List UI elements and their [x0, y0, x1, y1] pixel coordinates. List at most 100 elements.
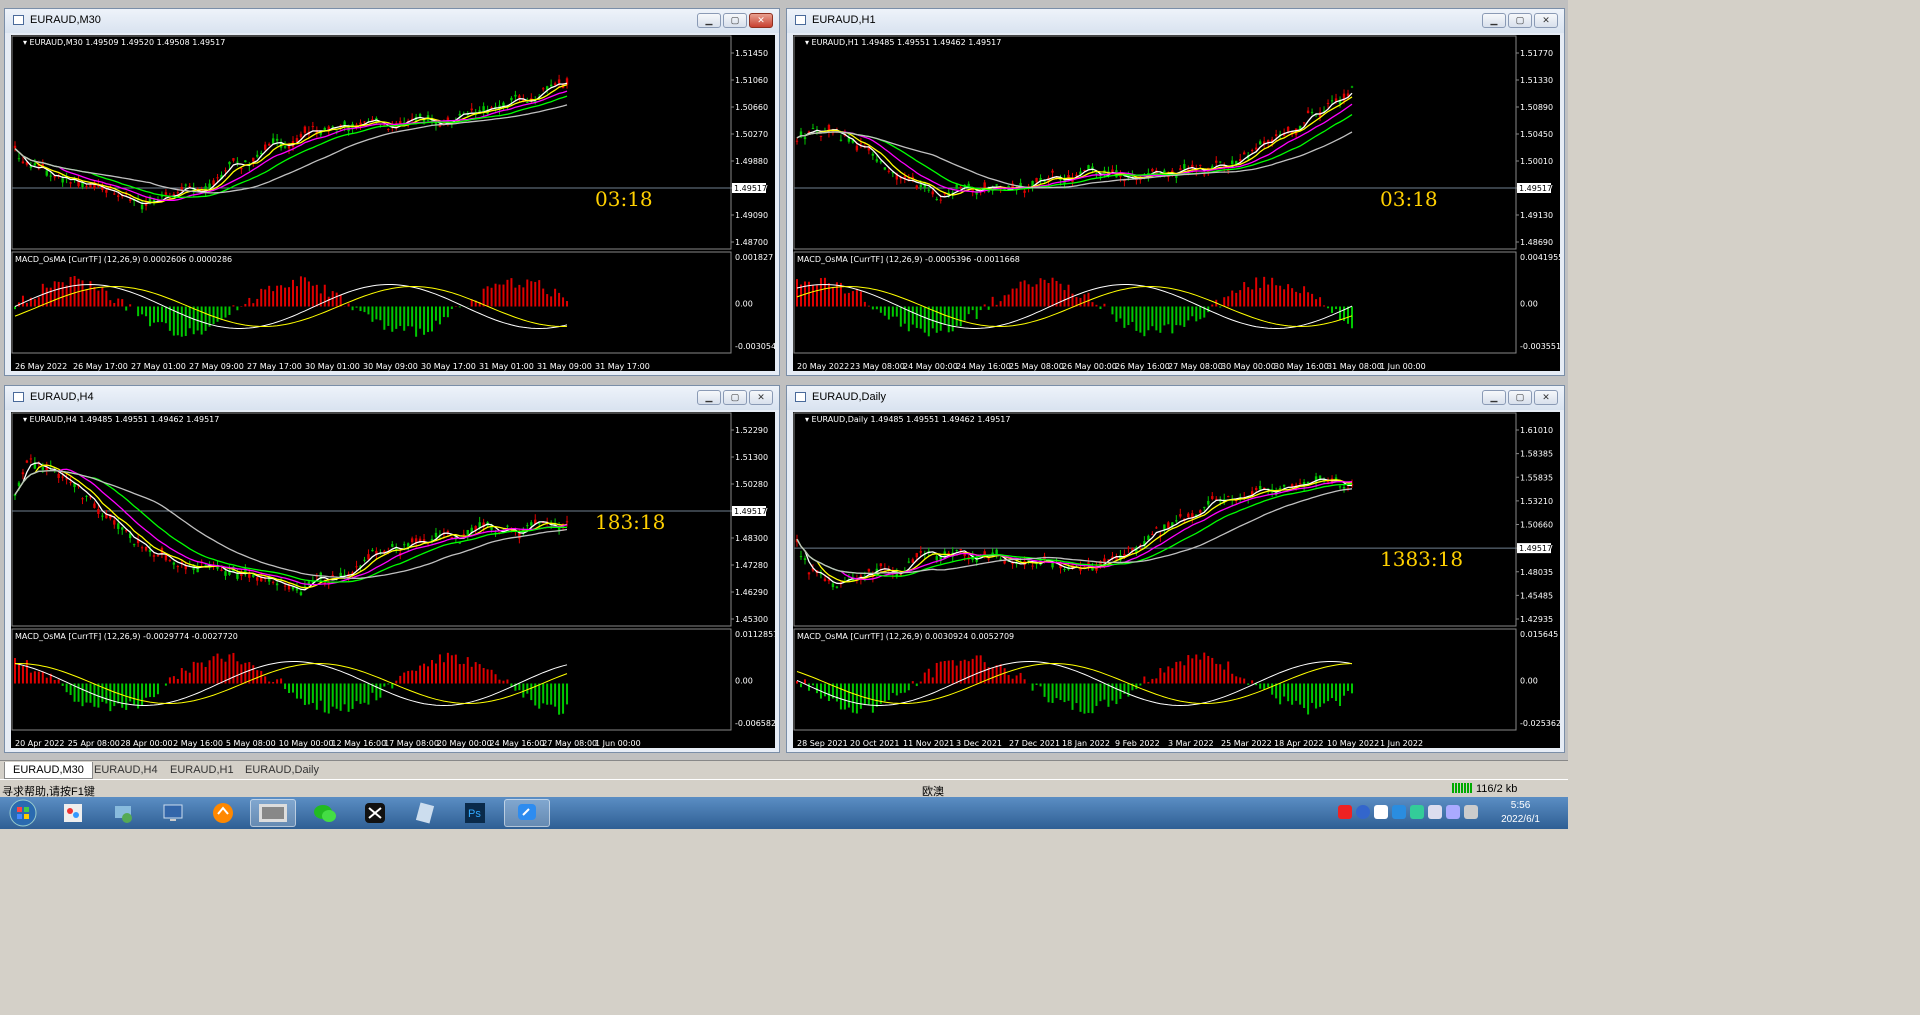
candle-body	[911, 559, 914, 563]
price-scale-label: 1.49130	[1520, 211, 1553, 220]
macd-bar	[502, 680, 505, 684]
macd-bar	[307, 281, 310, 307]
chart-canvas[interactable]: 1.51450 1.51060 1.50660 1.50270 1.49880 1.495…	[11, 35, 775, 371]
chart-window-m30[interactable]: EURAUD,M30 ▁ ▢ ✕ 1.51450 1.51060 1.50660 1.50…	[4, 8, 780, 376]
price-scale-label: 1.48690	[1520, 238, 1553, 247]
close-button[interactable]: ✕	[749, 13, 773, 28]
tab-euraud-h4[interactable]: EURAUD,H4	[86, 762, 166, 778]
taskbar-app-paint[interactable]	[50, 799, 96, 827]
candle-body	[1203, 506, 1206, 508]
chart-canvas[interactable]: 1.52290 1.51300 1.50280 1.49517 1.48300 1.472…	[11, 412, 775, 748]
macd-bar	[1243, 282, 1246, 307]
chart-canvas[interactable]: 1.51770 1.51330 1.50890 1.50450 1.50010 1.495…	[793, 35, 1560, 371]
sogou-input-icon[interactable]	[1338, 805, 1352, 819]
macd-bar	[188, 672, 191, 684]
maximize-button[interactable]: ▢	[1508, 13, 1532, 28]
start-button[interactable]	[0, 799, 46, 827]
close-button[interactable]: ✕	[1534, 390, 1558, 405]
taskbar-app-desktop[interactable]	[150, 799, 196, 827]
taskbar-app-network[interactable]	[100, 799, 146, 827]
minimize-button[interactable]: ▁	[697, 390, 721, 405]
minimize-button[interactable]: ▁	[697, 13, 721, 28]
window-titlebar[interactable]: EURAUD,H1 ▁ ▢ ✕	[787, 9, 1564, 33]
macd-bar	[1055, 683, 1058, 699]
window-titlebar[interactable]: EURAUD,M30 ▁ ▢ ✕	[5, 9, 779, 33]
taskbar-app-orange[interactable]	[200, 799, 246, 827]
maximize-button[interactable]: ▢	[723, 13, 747, 28]
price-scale-label: 1.48700	[735, 238, 768, 247]
chart-window-h4[interactable]: EURAUD,H4 ▁▢✕ 1.52290 1.51300 1.50280 1.495…	[4, 385, 780, 753]
cloud-icon[interactable]	[1392, 805, 1406, 819]
taskbar-app-feishu[interactable]	[504, 799, 550, 827]
candle-body	[256, 577, 259, 581]
chart-window-icon	[13, 392, 24, 402]
tab-euraud-daily[interactable]: EURAUD,Daily	[237, 762, 327, 778]
chart-svg[interactable]: 1.61010 1.58385 1.55835 1.53210 1.50660 1.495…	[793, 412, 1560, 748]
maximize-button[interactable]: ▢	[1508, 390, 1532, 405]
macd-bar	[855, 288, 858, 307]
minimize-button[interactable]: ▁	[1482, 13, 1506, 28]
chart-svg[interactable]: 1.51770 1.51330 1.50890 1.50450 1.50010 1.495…	[793, 35, 1560, 371]
taskbar-app-wechat[interactable]	[302, 799, 348, 827]
taskbar-app-metatrader[interactable]	[250, 799, 296, 827]
monitor-icon[interactable]	[1428, 805, 1442, 819]
system-clock[interactable]: 5:56 2022/6/1	[1501, 799, 1540, 827]
tab-euraud-h1[interactable]: EURAUD,H1	[162, 762, 242, 778]
candle-body	[915, 553, 918, 558]
time-axis-label: 31 May 17:00	[595, 362, 650, 371]
chart-window-daily[interactable]: EURAUD,Daily ▁ ▢ ✕ 1.61010 1.58385 1.55835 1.…	[786, 385, 1565, 753]
candle-body	[252, 157, 255, 162]
candle-body	[172, 562, 176, 565]
macd-bar	[1315, 683, 1318, 709]
macd-bar	[987, 306, 990, 310]
macd-bar	[1315, 299, 1318, 307]
tab-euraud-m30[interactable]: EURAUD,M30	[4, 762, 93, 779]
macd-bar	[299, 276, 302, 307]
macd-bar	[105, 290, 108, 307]
candle-body	[835, 586, 839, 588]
candle-body	[1254, 487, 1258, 491]
macd-bar	[1347, 683, 1350, 691]
macd-scale-label: 0.00	[1520, 677, 1538, 686]
chart-window-h1[interactable]: EURAUD,H1 ▁ ▢ ✕ 1.51770 1.51330 1.50890 1.504…	[786, 8, 1565, 376]
system-tray[interactable]	[1338, 805, 1478, 819]
taskbar-app-notes[interactable]	[402, 799, 448, 827]
macd-bar	[438, 654, 441, 684]
macd-bar	[208, 660, 211, 684]
chart-svg[interactable]: 1.51450 1.51060 1.50660 1.50270 1.49880 1.495…	[11, 35, 775, 371]
close-button[interactable]: ✕	[1534, 13, 1558, 28]
shield-icon[interactable]	[1410, 805, 1424, 819]
close-button[interactable]: ✕	[749, 390, 773, 405]
macd-bar	[887, 306, 890, 320]
trading-terminal-icon	[259, 804, 287, 822]
candle-body	[13, 145, 17, 149]
macd-bar	[355, 683, 358, 702]
candle-body	[446, 530, 450, 533]
macd-bar	[927, 668, 930, 684]
minimize-button[interactable]: ▁	[1482, 390, 1506, 405]
chart-svg[interactable]: 1.52290 1.51300 1.50280 1.49517 1.48300 1.472…	[11, 412, 775, 748]
macd-bar	[180, 668, 183, 684]
volume-icon[interactable]	[1446, 805, 1460, 819]
network-signal-icon[interactable]	[1464, 805, 1478, 819]
candle-body	[367, 554, 370, 560]
candle-body	[363, 559, 366, 561]
chart-canvas[interactable]: 1.61010 1.58385 1.55835 1.53210 1.50660 1.495…	[793, 412, 1560, 748]
macd-bar	[156, 306, 159, 323]
macd-bar	[431, 660, 433, 684]
tray-window-icon[interactable]	[1374, 805, 1388, 819]
taskbar-app-capcut[interactable]	[352, 799, 398, 827]
help-icon[interactable]	[1356, 805, 1370, 819]
candle-body	[1151, 169, 1154, 172]
window-titlebar[interactable]: EURAUD,H4 ▁ ▢ ✕	[5, 386, 779, 410]
macd-bar	[299, 683, 302, 699]
macd-bar	[383, 306, 386, 330]
maximize-button[interactable]: ▢	[723, 390, 747, 405]
taskbar-app-photoshop[interactable]: Ps	[452, 799, 498, 827]
macd-bar	[1115, 306, 1118, 322]
window-titlebar[interactable]: EURAUD,Daily ▁ ▢ ✕	[787, 386, 1564, 410]
macd-bar	[323, 284, 326, 307]
candle-body	[1147, 535, 1150, 541]
macd-bar	[264, 289, 267, 307]
macd-bar	[847, 683, 850, 708]
